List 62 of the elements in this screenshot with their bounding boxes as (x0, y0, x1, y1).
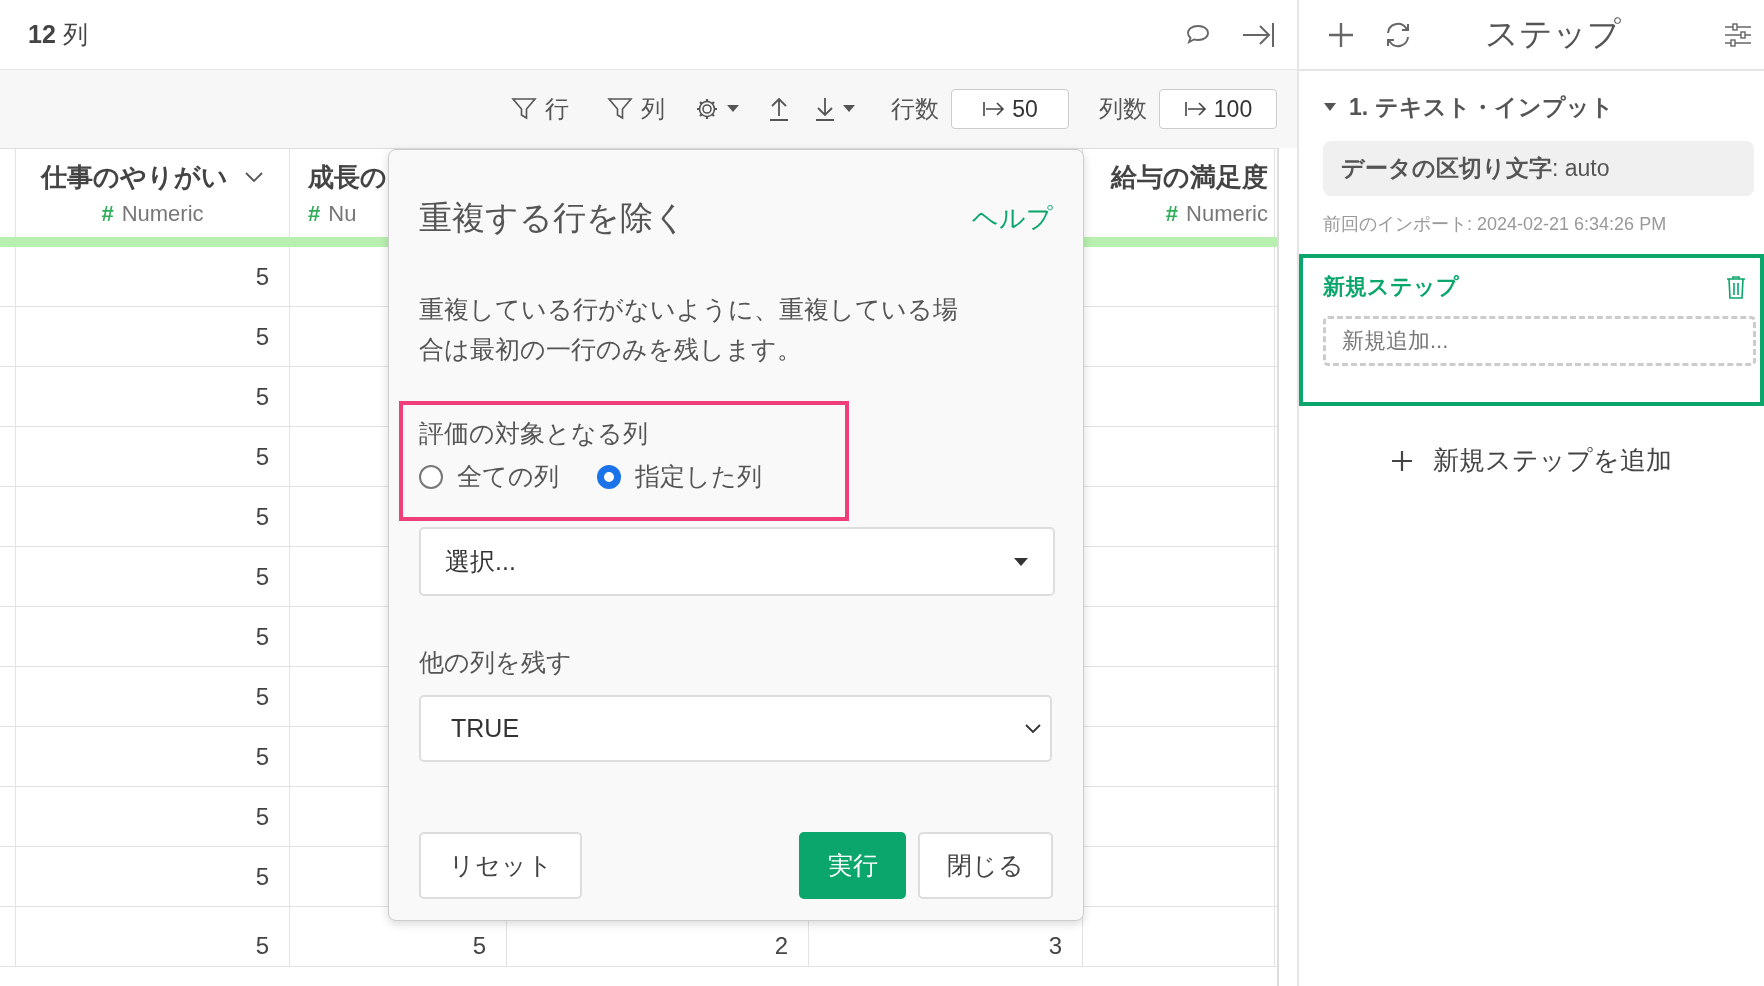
step-title[interactable]: 1. テキスト・インプット (1323, 85, 1754, 129)
step-parameter: データの区切り文字: auto (1323, 141, 1754, 196)
column-count-label: 列数 (1099, 94, 1147, 124)
chevron-down-icon (1024, 723, 1042, 734)
radio-option[interactable]: 全ての列 (419, 460, 559, 493)
caret-down-icon (1013, 556, 1029, 567)
table-cell: 5 (255, 562, 269, 591)
plus-icon (1391, 449, 1413, 472)
import-timestamp: 前回のインポート: 2024-02-21 6:34:26 PM (1323, 213, 1668, 236)
new-step-title: 新規ステップ (1323, 273, 1459, 301)
table-cell: 5 (255, 932, 269, 960)
comment-icon[interactable] (1185, 22, 1211, 47)
table-cell: 5 (472, 932, 486, 960)
row-count-button[interactable]: 50 (951, 89, 1069, 129)
table-cell: 5 (255, 622, 269, 651)
column-filter-button[interactable]: 列 (599, 93, 673, 125)
table-cell: 2 (774, 932, 788, 960)
sliders-icon[interactable] (1724, 21, 1752, 48)
filter-icon (607, 96, 633, 122)
column-count-button[interactable]: 100 (1159, 89, 1277, 129)
numeric-type-mark: # (308, 200, 321, 226)
table-cell: 5 (255, 322, 269, 351)
new-step-input[interactable]: 新規追加... (1323, 316, 1756, 366)
column-count: 12 列 (28, 19, 88, 50)
table-cell: 3 (1048, 932, 1062, 960)
upload-icon[interactable] (767, 96, 791, 122)
trash-icon[interactable] (1726, 275, 1746, 299)
keep-columns-select[interactable]: TRUE (419, 695, 1052, 762)
dialog-title: 重複する行を除く (419, 197, 687, 238)
collapse-icon[interactable] (1241, 20, 1275, 49)
add-step-button[interactable]: 新規ステップを追加 (1385, 442, 1678, 479)
column-type: Numeric (121, 200, 204, 226)
add-icon[interactable] (1327, 20, 1355, 49)
reset-button[interactable]: リセット (419, 832, 582, 899)
radio-option[interactable]: 指定した列 (597, 460, 762, 493)
target-columns-label: 評価の対象となる列 (419, 418, 649, 449)
arrow-from-bar-icon (1183, 100, 1208, 118)
table-cell: 5 (255, 442, 269, 471)
panel-title: ステップ (1485, 14, 1622, 54)
row-count-label: 行数 (891, 94, 939, 124)
column-type: Nu (328, 200, 357, 226)
table-cell: 5 (255, 382, 269, 411)
column-name: 仕事のやりがい (41, 160, 228, 194)
chevron-down-icon[interactable] (244, 171, 264, 183)
row-filter-button[interactable]: 行 (503, 93, 577, 125)
column-name: 成長の (308, 160, 387, 194)
dialog-description: 重複している行がないように、重複している場合は最初の一行のみを残します。 (419, 294, 959, 365)
column-select[interactable]: 選択... (419, 527, 1055, 596)
table-cell: 5 (255, 262, 269, 291)
table-cell: 5 (255, 502, 269, 531)
table-cell: 5 (255, 802, 269, 831)
close-button[interactable]: 閉じる (918, 832, 1053, 899)
arrow-from-bar-icon (982, 100, 1007, 118)
numeric-type-mark: # (1165, 200, 1179, 226)
column-type: Numeric (1186, 200, 1268, 226)
table-cell: 5 (255, 742, 269, 771)
column-name: 給与の満足度 (1111, 160, 1268, 194)
table-cell: 5 (255, 862, 269, 891)
numeric-type-mark: # (101, 200, 114, 226)
filter-icon (511, 96, 537, 122)
table-cell: 5 (255, 682, 269, 711)
keep-columns-label: 他の列を残す (419, 647, 573, 678)
